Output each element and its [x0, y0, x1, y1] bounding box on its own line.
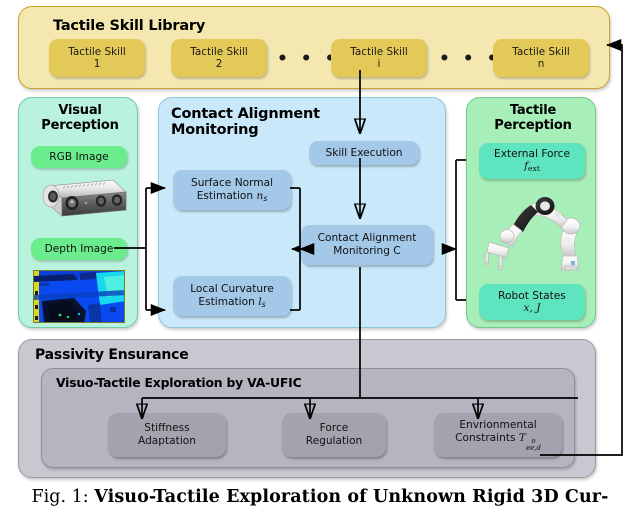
force-reg-line1: Force — [319, 422, 349, 435]
environmental-constraints-block[interactable]: Envrionmental Constraints To ee,d — [434, 413, 562, 457]
passivity-ensurance-title: Passivity Ensurance — [35, 347, 189, 363]
force-regulation-block[interactable]: Force Regulation — [282, 413, 386, 457]
caption-prefix: Fig. 1: — [31, 487, 89, 507]
tactile-skill-1-line1: Tactile Skill — [68, 45, 126, 58]
contact-alignment-monitoring-title: Contact Alignment Monitoring — [171, 106, 361, 138]
tactile-skill-n-line2: n — [537, 58, 545, 70]
tactile-skill-n-line1: Tactile Skill — [512, 45, 570, 58]
tactile-skill-n[interactable]: Tactile Skill n — [493, 39, 589, 77]
tactile-skill-i[interactable]: Tactile Skill i — [331, 39, 427, 77]
visual-perception-title: Visual Perception — [37, 103, 123, 133]
figure-canvas: Tactile Skill Library Tactile Skill 1 Ta… — [0, 0, 640, 521]
depth-camera-icon — [29, 176, 130, 225]
tactile-perception-title-line2: Perception — [494, 117, 572, 133]
tactile-skill-1[interactable]: Tactile Skill 1 — [49, 39, 145, 77]
visual-perception-panel: Visual Perception RGB Image Depth Image — [18, 97, 138, 328]
stiffness-line1: Stiffness — [144, 422, 190, 435]
surface-normal-line1: Surface Normal — [190, 177, 274, 190]
robot-states-label: Robot States — [498, 289, 566, 302]
monitor-line1: Contact Alignment — [317, 232, 417, 245]
tactile-skill-library-panel: Tactile Skill Library Tactile Skill 1 Ta… — [18, 6, 610, 89]
visual-perception-title-line1: Visual — [58, 103, 102, 118]
depth-map-icon — [33, 270, 125, 323]
robot-states-comma: , — [529, 302, 533, 314]
skill-ellipsis-left: • • • — [277, 49, 339, 69]
monitor-line2: Monitoring C — [333, 245, 401, 257]
passivity-ensurance-panel: Passivity Ensurance Visuo-Tactile Explor… — [18, 339, 596, 478]
local-curvature-line2: Estimation — [198, 295, 255, 308]
tactile-skill-1-line2: 1 — [93, 58, 101, 70]
vaufic-panel: Visuo-Tactile Exploration by VA-UFIC Sti… — [41, 368, 575, 468]
tactile-perception-title: Tactile Perception — [487, 103, 579, 133]
env-constraints-line2: Constraints — [455, 431, 516, 444]
skill-ellipsis-right: • • • — [439, 49, 501, 69]
visual-perception-title-line2: Perception — [41, 117, 119, 133]
local-curvature-subscript: s — [261, 299, 266, 309]
tactile-skill-i-line2: i — [377, 58, 381, 70]
env-constraints-line1: Envrionmental — [459, 418, 537, 431]
cam-title-line1: Contact Alignment — [171, 106, 320, 122]
constraint-subscript: ee,d — [525, 443, 541, 452]
surface-normal-line2: Estimation — [196, 189, 254, 202]
surface-normal-subscript: s — [263, 193, 268, 203]
rgb-image-label[interactable]: RGB Image — [31, 146, 127, 168]
robot-states-symbol-j: J — [536, 302, 541, 314]
tactile-skill-2-line1: Tactile Skill — [190, 45, 248, 58]
surface-normal-estimation-block[interactable]: Surface Normal Estimation ns — [173, 170, 291, 210]
tactile-perception-title-line1: Tactile — [509, 103, 557, 118]
stiffness-adaptation-block[interactable]: Stiffness Adaptation — [108, 413, 226, 457]
skill-execution-block[interactable]: Skill Execution — [309, 141, 419, 165]
tactile-skill-i-line1: Tactile Skill — [350, 45, 408, 58]
depth-image-label[interactable]: Depth Image — [31, 238, 127, 260]
constraint-symbol: T — [518, 431, 526, 444]
figure-caption: Fig. 1: Visuo-Tactile Exploration of Unk… — [0, 487, 640, 507]
tactile-skill-2[interactable]: Tactile Skill 2 — [171, 39, 267, 77]
vaufic-title: Visuo-Tactile Exploration by VA-UFIC — [56, 375, 302, 390]
robot-arm-icon — [479, 190, 587, 274]
external-force-block[interactable]: External Force fext — [479, 143, 585, 179]
robot-states-block[interactable]: Robot States x, J — [479, 284, 585, 320]
cam-title-line2: Monitoring — [171, 122, 259, 139]
contact-alignment-monitor-block[interactable]: Contact Alignment Monitoring C — [301, 225, 433, 265]
tactile-perception-panel: Tactile Perception External Force fext R… — [466, 97, 596, 328]
external-force-label: External Force — [494, 147, 570, 160]
tactile-skill-library-title: Tactile Skill Library — [53, 18, 206, 34]
external-force-subscript: ext — [528, 164, 540, 174]
local-curvature-line1: Local Curvature — [190, 283, 274, 296]
contact-alignment-monitoring-panel: Contact Alignment Monitoring Skill Execu… — [158, 97, 446, 328]
caption-title: Visuo-Tactile Exploration of Unknown Rig… — [94, 487, 609, 507]
stiffness-line2: Adaptation — [138, 435, 196, 447]
constraint-indices: o ee,d — [526, 438, 541, 451]
local-curvature-estimation-block[interactable]: Local Curvature Estimation ls — [173, 276, 291, 316]
force-reg-line2: Regulation — [305, 435, 363, 447]
tactile-skill-2-line2: 2 — [215, 58, 223, 70]
